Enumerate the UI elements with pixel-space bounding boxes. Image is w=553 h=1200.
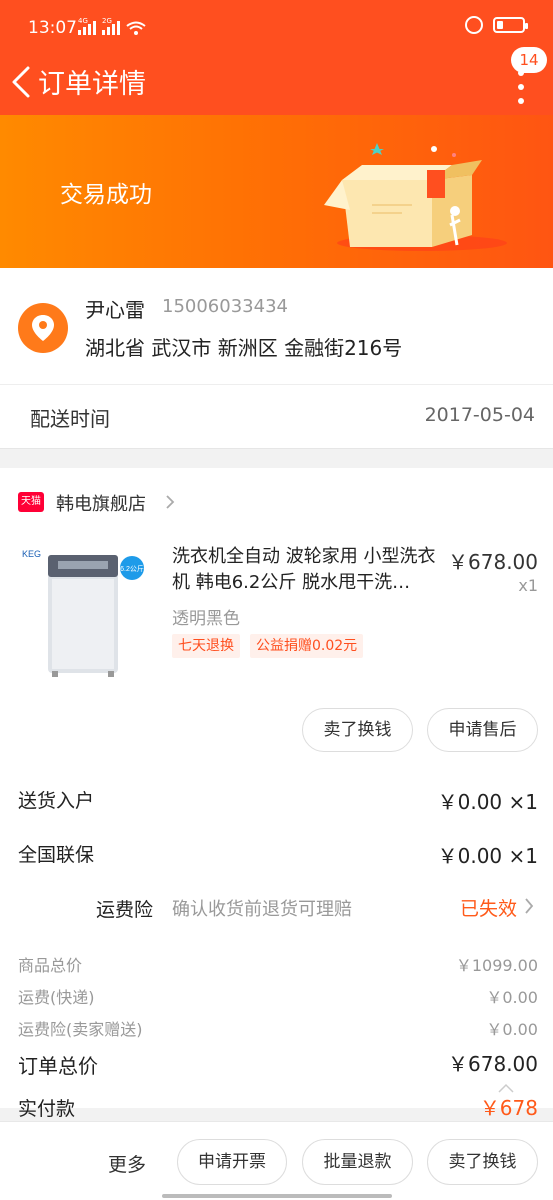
chevron-right-icon[interactable] bbox=[523, 896, 535, 916]
message-count-badge: 14 bbox=[511, 47, 547, 73]
summary-value: ￥0.00 bbox=[486, 988, 538, 1007]
divider bbox=[0, 384, 553, 385]
more-actions-button[interactable]: 更多 bbox=[108, 1150, 146, 1177]
recipient-name: 尹心雷 bbox=[85, 298, 145, 322]
paid-amount-value: ￥678 bbox=[479, 1096, 538, 1120]
delivery-date: 2017-05-04 bbox=[424, 404, 535, 426]
status-banner: 交易成功 bbox=[0, 115, 553, 268]
signal-icon-2: 2G bbox=[102, 17, 120, 35]
order-total-label: 订单总价 bbox=[18, 1054, 98, 1078]
after-sales-button[interactable]: 申请售后 bbox=[427, 708, 538, 752]
status-time: 13:07 bbox=[28, 18, 77, 38]
service-home-delivery-price: ￥0.00 ×1 bbox=[437, 790, 538, 814]
batch-refund-button[interactable]: 批量退款 bbox=[302, 1139, 413, 1185]
nav-bar: 订单详情 bbox=[0, 56, 553, 114]
network-type-1: 4G bbox=[78, 17, 88, 25]
request-invoice-button[interactable]: 申请开票 bbox=[177, 1139, 287, 1185]
product-title[interactable]: 洗衣机全自动 波轮家用 小型洗衣机 韩电6.2公斤 脱水甩干洗… bbox=[172, 544, 442, 596]
summary-shipping: 运费(快递) ￥0.00 bbox=[18, 984, 538, 1008]
brand-logo: KEG bbox=[22, 549, 41, 559]
shipping-insurance-label: 运费险 bbox=[96, 899, 154, 921]
summary-label: 运费险(卖家赠送) bbox=[18, 1020, 143, 1039]
status-right bbox=[465, 16, 528, 34]
tmall-logo: 天猫 bbox=[18, 492, 44, 512]
service-warranty-label: 全国联保 bbox=[18, 844, 95, 866]
chevron-right-icon[interactable] bbox=[164, 494, 176, 510]
more-menu-icon[interactable] bbox=[513, 70, 529, 104]
order-status-text: 交易成功 bbox=[60, 182, 152, 208]
bottom-action-bar: 更多 申请开票 批量退款 卖了换钱 bbox=[0, 1121, 553, 1200]
service-home-delivery-label: 送货入户 bbox=[18, 790, 95, 812]
tag-seven-day-return: 七天退换 bbox=[172, 634, 240, 658]
order-total-value: ￥678.00 bbox=[448, 1052, 538, 1076]
summary-goods-total: 商品总价 ￥1099.00 bbox=[18, 952, 538, 976]
wifi-icon bbox=[126, 21, 146, 35]
summary-label: 商品总价 bbox=[18, 956, 83, 975]
summary-value: ￥1099.00 bbox=[455, 956, 538, 975]
home-indicator[interactable] bbox=[162, 1194, 392, 1198]
summary-shipping-insurance: 运费险(卖家赠送) ￥0.00 bbox=[18, 1016, 538, 1040]
product-price: ￥678.00 bbox=[448, 550, 538, 574]
capacity-badge: 6.2公斤 bbox=[120, 564, 144, 573]
summary-value: ￥0.00 bbox=[486, 1020, 538, 1039]
signal-icon: 4G bbox=[78, 17, 96, 35]
shop-name[interactable]: 韩电旗舰店 bbox=[56, 490, 146, 516]
header: 13:07 4G 2G 订单详情 14 bbox=[0, 0, 553, 115]
app: 13:07 4G 2G 订单详情 14 交易成功 尹心雷 15006033434… bbox=[0, 0, 553, 1200]
rotation-lock-icon bbox=[465, 16, 483, 34]
signal-icons: 4G 2G bbox=[78, 17, 146, 35]
resell-button[interactable]: 卖了换钱 bbox=[302, 708, 413, 752]
recipient-phone: 15006033434 bbox=[162, 296, 288, 317]
gift-box-illustration bbox=[324, 143, 507, 251]
order-card: 天猫 韩电旗舰店 KEG 6.2公斤 洗衣机全自动 波轮家用 小型洗衣机 韩电6… bbox=[0, 468, 553, 1120]
shipping-insurance-desc: 确认收货前退货可理赔 bbox=[172, 899, 352, 920]
summary-label: 运费(快递) bbox=[18, 988, 95, 1007]
status-bar: 13:07 4G 2G bbox=[0, 0, 553, 56]
network-type-2: 2G bbox=[102, 17, 112, 25]
product-quantity: x1 bbox=[518, 576, 538, 595]
address-card: 尹心雷 15006033434 湖北省 武汉市 新洲区 金融街216号 配送时间… bbox=[0, 268, 553, 449]
resell-bottom-button[interactable]: 卖了换钱 bbox=[427, 1139, 538, 1185]
recipient-address: 湖北省 武汉市 新洲区 金融街216号 bbox=[85, 336, 403, 360]
shipping-insurance-status[interactable]: 已失效 bbox=[460, 894, 517, 921]
tag-charity: 公益捐赠0.02元 bbox=[250, 634, 364, 658]
page-title: 订单详情 bbox=[38, 69, 146, 100]
back-arrow-icon[interactable] bbox=[8, 62, 38, 102]
paid-amount-label: 实付款 bbox=[18, 1098, 76, 1120]
product-image[interactable]: KEG 6.2公斤 bbox=[18, 543, 150, 688]
battery-icon bbox=[493, 17, 528, 33]
location-pin-icon bbox=[18, 303, 68, 353]
product-sku: 透明黑色 bbox=[172, 609, 240, 629]
delivery-time-label: 配送时间 bbox=[30, 407, 110, 431]
service-warranty-price: ￥0.00 ×1 bbox=[437, 844, 538, 868]
